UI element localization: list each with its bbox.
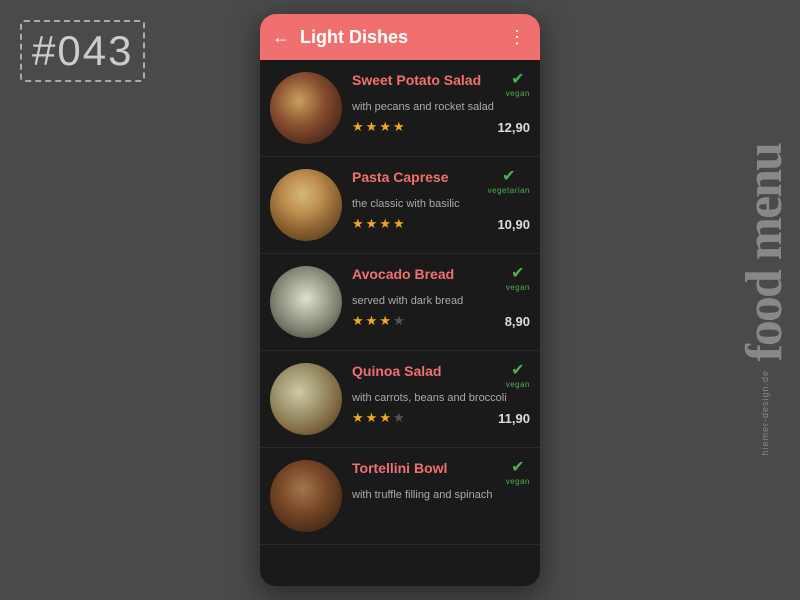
star-icon: ★ [393,410,405,426]
star-icon: ★ [379,216,391,232]
item-price: 10,90 [497,217,530,232]
menu-list: Sweet Potato Salad ✔ vegan with pecans a… [260,60,540,586]
item-badge: ✔ vegan [506,266,530,292]
item-name: Avocado Bread [352,266,454,282]
item-description: the classic with basilic [352,197,530,211]
vegan-icon: ✔ [511,363,524,379]
item-image [270,460,342,532]
item-header-row: Quinoa Salad ✔ vegan [352,363,530,389]
badge-label: vegetarian [488,186,530,195]
stars-row: ★★★★ [352,216,405,232]
item-header-row: Tortellini Bowl ✔ vegan [352,460,530,486]
item-description: with truffle filling and spinach [352,488,530,502]
item-price: 11,90 [498,411,530,426]
stars-row: ★★★★ [352,313,405,329]
app-header: ← Light Dishes ⋮ [260,14,540,60]
star-icon: ★ [352,119,364,135]
badge-label: vegan [506,477,530,486]
food-menu-label: food menu [739,144,791,361]
menu-item[interactable]: Sweet Potato Salad ✔ vegan with pecans a… [260,60,540,157]
badge-label: vegan [506,283,530,292]
item-price: 12,90 [497,120,530,135]
brand-label: hiemer-design.de [760,370,770,456]
item-bottom-row: ★★★★ 11,90 [352,410,530,426]
star-icon: ★ [379,119,391,135]
star-icon: ★ [352,410,364,426]
star-icon: ★ [379,410,391,426]
star-icon: ★ [393,313,405,329]
item-bottom-row: ★★★★ 10,90 [352,216,530,232]
item-badge: ✔ vegan [506,72,530,98]
star-icon: ★ [393,119,405,135]
menu-item[interactable]: Pasta Caprese ✔ vegetarian the classic w… [260,157,540,254]
item-name: Tortellini Bowl [352,460,447,476]
phone-frame: ← Light Dishes ⋮ Sweet Potato Salad ✔ ve… [260,14,540,586]
star-icon: ★ [366,410,378,426]
page-number: #043 [20,20,145,82]
vegan-icon: ✔ [511,72,524,88]
header-title: Light Dishes [300,27,508,48]
vegan-icon: ✔ [502,169,515,185]
item-price: 8,90 [505,314,530,329]
vegan-icon: ✔ [511,460,524,476]
item-name: Quinoa Salad [352,363,441,379]
item-description: with pecans and rocket salad [352,100,530,114]
item-content: Avocado Bread ✔ vegan served with dark b… [352,266,530,329]
star-icon: ★ [366,119,378,135]
item-badge: ✔ vegetarian [488,169,530,195]
star-icon: ★ [366,313,378,329]
item-header-row: Sweet Potato Salad ✔ vegan [352,72,530,98]
star-icon: ★ [352,313,364,329]
back-button[interactable]: ← [272,27,290,48]
item-bottom-row: ★★★★ 8,90 [352,313,530,329]
star-icon: ★ [352,216,364,232]
item-badge: ✔ vegan [506,460,530,486]
item-image [270,169,342,241]
right-sidebar: food menu hiemer-design.de [730,0,800,600]
more-button[interactable]: ⋮ [508,27,528,48]
menu-item[interactable]: Tortellini Bowl ✔ vegan with truffle fil… [260,448,540,545]
item-description: with carrots, beans and broccoli [352,391,530,405]
stars-row: ★★★★ [352,410,405,426]
star-icon: ★ [379,313,391,329]
vegan-icon: ✔ [511,266,524,282]
item-content: Tortellini Bowl ✔ vegan with truffle fil… [352,460,530,507]
item-image [270,266,342,338]
item-name: Sweet Potato Salad [352,72,481,88]
item-image [270,363,342,435]
item-header-row: Pasta Caprese ✔ vegetarian [352,169,530,195]
item-bottom-row: ★★★★ 12,90 [352,119,530,135]
menu-item[interactable]: Quinoa Salad ✔ vegan with carrots, beans… [260,351,540,448]
star-icon: ★ [366,216,378,232]
stars-row: ★★★★ [352,119,405,135]
item-badge: ✔ vegan [506,363,530,389]
item-description: served with dark bread [352,294,530,308]
item-content: Pasta Caprese ✔ vegetarian the classic w… [352,169,530,232]
star-icon: ★ [393,216,405,232]
badge-label: vegan [506,89,530,98]
badge-label: vegan [506,380,530,389]
item-header-row: Avocado Bread ✔ vegan [352,266,530,292]
item-content: Sweet Potato Salad ✔ vegan with pecans a… [352,72,530,135]
menu-item[interactable]: Avocado Bread ✔ vegan served with dark b… [260,254,540,351]
item-content: Quinoa Salad ✔ vegan with carrots, beans… [352,363,530,426]
item-name: Pasta Caprese [352,169,449,185]
item-image [270,72,342,144]
